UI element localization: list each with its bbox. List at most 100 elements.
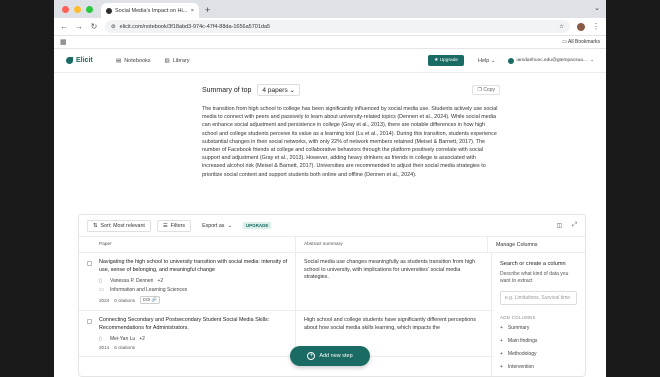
paper-column-header[interactable]: Paper (99, 242, 295, 247)
paper-stats: 2024 0 citations DOI 🔗 (99, 296, 289, 305)
paper-cell: Connecting Secondary and Postsecondary S… (99, 311, 295, 356)
brand-name: Elicit (76, 57, 93, 64)
minimize-window-button[interactable] (74, 5, 81, 13)
nav-library-label: Library (172, 57, 190, 64)
upgrade-badge[interactable]: UPGRADE (242, 222, 272, 229)
add-column-summary[interactable]: + Summary (500, 325, 577, 331)
paper-title[interactable]: Connecting Secondary and Postsecondary S… (99, 317, 289, 332)
add-column-main-findings[interactable]: + Main findings (500, 338, 577, 344)
summary-text: The transition from high school to colle… (202, 106, 498, 178)
table-row[interactable]: Connecting Secondary and Postsecondary S… (79, 311, 493, 358)
maximize-window-button[interactable] (86, 5, 93, 13)
add-new-step-label: Add new step (319, 353, 353, 359)
nav-notebooks-label: Notebooks (124, 57, 151, 64)
add-new-step-button[interactable]: + Add new step (290, 346, 370, 366)
expand-icon[interactable]: ⤢ (572, 222, 577, 229)
browser-tab[interactable]: Social Media's Impact on Hi... × (101, 3, 199, 18)
sort-label: Sort: Most relevant (100, 222, 145, 229)
tab-search-icon[interactable]: ⌄ (594, 4, 600, 12)
url-text: elicit.com/notebook/3f18abd3-974c-47f4-8… (119, 23, 271, 30)
column-search-heading: Search or create a column (500, 261, 566, 267)
manage-columns-header: Manage Columns (487, 237, 585, 252)
new-tab-button[interactable]: + (199, 3, 216, 18)
reload-icon[interactable]: ↻ (90, 22, 98, 31)
doi-label: DOI (142, 297, 151, 303)
papers-count-value: 4 papers (262, 87, 288, 94)
author-icon: ▯ (99, 336, 102, 343)
all-bookmarks[interactable]: ▭ All Bookmarks (562, 39, 600, 45)
author-name: Vanessa P. Dennen (110, 278, 154, 285)
paper-cell: Navigating the high school to university… (99, 253, 295, 310)
apps-grid-icon[interactable]: ▦ (60, 38, 67, 46)
tab-title: Social Media's Impact on Hi... (115, 7, 188, 14)
window-controls (54, 0, 101, 18)
tab-strip: Social Media's Impact on Hi... × + ⌄ (54, 0, 606, 18)
row-checkbox[interactable] (86, 319, 92, 325)
main-nav: ▤ Notebooks ▥ Library (116, 58, 428, 64)
add-column-label: Methodology (507, 351, 537, 357)
summary-header: Summary of top 4 papers ⌄ ❐ Copy (202, 84, 500, 96)
copy-label: Copy (483, 87, 495, 93)
author-icon: ▯ (99, 278, 102, 285)
add-column-intervention[interactable]: + Intervention (500, 364, 577, 370)
close-window-button[interactable] (62, 5, 69, 13)
all-bookmarks-label: All Bookmarks (568, 39, 600, 45)
columns-panel-icon[interactable]: ◫ (557, 222, 563, 229)
row-checkbox[interactable] (86, 261, 92, 266)
plus-icon: + (500, 351, 503, 357)
forward-icon[interactable]: → (75, 22, 83, 31)
bookmark-star-icon[interactable]: ☆ (559, 24, 564, 30)
paper-authors: ▯ Vanessa P. Dennen +2 (99, 278, 289, 284)
filter-icon: ☰ (162, 222, 168, 229)
browser-menu-icon[interactable]: ⋮ (592, 22, 600, 31)
user-menu[interactable]: iamdarihunc.edu@gtempacsua... ⌄ (507, 57, 594, 64)
doi-link[interactable]: DOI 🔗 (139, 296, 160, 305)
add-column-label: Main findings (507, 338, 538, 344)
author-more: +2 (139, 336, 145, 343)
browser-window: Social Media's Impact on Hi... × + ⌄ ← →… (54, 0, 606, 377)
paper-journal: ▭ Information and Learning Sciences (99, 287, 289, 293)
results-toolbar: ⇅ Sort: Most relevant ☰ Filters Export as … (79, 215, 585, 237)
row-checkbox-cell (79, 311, 99, 356)
plus-icon: + (500, 325, 503, 331)
sort-icon: ⇅ (93, 222, 98, 229)
nav-library[interactable]: ▥ Library (165, 58, 190, 64)
column-search-description: Describe what kind of data you want to e… (500, 271, 569, 284)
paper-year: 2024 (99, 297, 110, 303)
elicit-logo[interactable]: Elicit (66, 57, 116, 64)
profile-avatar[interactable] (577, 22, 585, 31)
add-column-label: Intervention (507, 364, 535, 370)
site-info-icon[interactable]: ⊜ (111, 24, 116, 30)
journal-icon: ▭ (99, 287, 104, 294)
filters-label: Filters (170, 222, 186, 229)
papers-count-select[interactable]: 4 papers ⌄ (257, 84, 300, 96)
author-more: +2 (157, 278, 164, 285)
view-controls: ◫ ⤢ (557, 222, 577, 229)
table-row[interactable]: Navigating the high school to university… (79, 253, 493, 312)
user-avatar (507, 57, 514, 64)
nav-notebooks[interactable]: ▤ Notebooks (116, 58, 151, 64)
back-icon[interactable]: ← (60, 22, 68, 31)
paper-citations: 0 citations (114, 297, 135, 303)
column-search-input[interactable]: e.g. Limitations, Survival time (500, 291, 577, 305)
help-menu[interactable]: Help ⌄ (478, 58, 495, 64)
sort-button[interactable]: ⇅ Sort: Most relevant (87, 219, 151, 232)
close-tab-icon[interactable]: × (191, 8, 194, 14)
abstract-column-header[interactable]: Abstract summary (295, 237, 487, 252)
journal-name: Information and Learning Sciences (110, 287, 188, 294)
filters-button[interactable]: ☰ Filters (156, 219, 192, 232)
manage-columns-panel: Search or create a column Describe what … (491, 253, 585, 376)
summary-label: Summary of top (202, 86, 252, 94)
paper-authors: ▯ Mei-Yan Lu +2 (99, 336, 289, 342)
app-header: Elicit ▤ Notebooks ▥ Library ★ Upgrade Hel… (54, 49, 606, 73)
upgrade-button[interactable]: ★ Upgrade (428, 55, 465, 66)
export-button[interactable]: Export as ⌄ (197, 221, 237, 231)
notebook-icon: ▤ (116, 57, 122, 64)
paper-citations: 6 citations (114, 345, 135, 351)
paper-title[interactable]: Navigating the high school to university… (99, 259, 289, 274)
help-label: Help (478, 57, 490, 64)
copy-button[interactable]: ❐ Copy (472, 85, 500, 95)
add-column-methodology[interactable]: + Methodology (500, 351, 577, 357)
paper-year: 2014 (99, 345, 110, 351)
url-input[interactable]: ⊜ elicit.com/notebook/3f18abd3-974c-47f4… (105, 20, 570, 33)
